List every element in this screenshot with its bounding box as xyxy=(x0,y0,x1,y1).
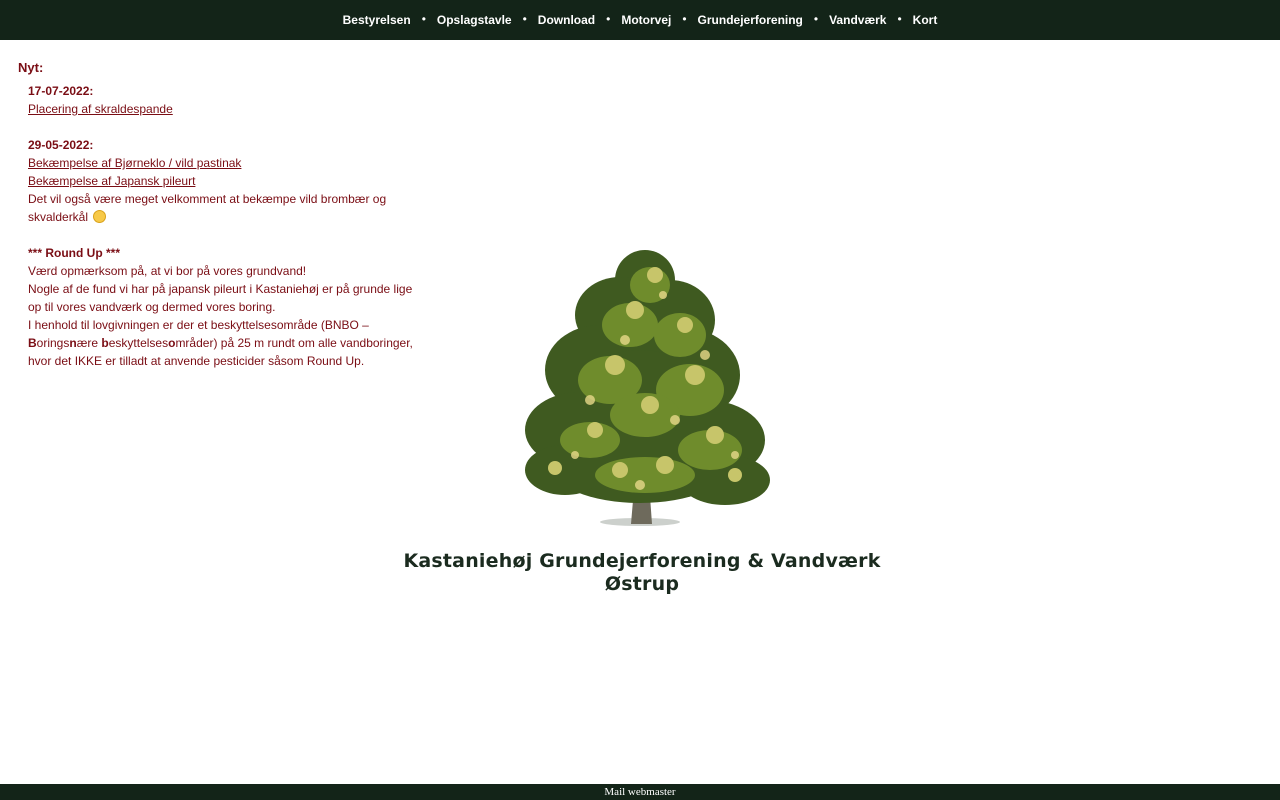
mail-webmaster-link[interactable]: Mail webmaster xyxy=(604,786,675,798)
news-text: hvor det IKKE er tilladt at anvende pest… xyxy=(28,354,365,368)
acronym-letter: b xyxy=(101,336,109,350)
nav-separator: • xyxy=(897,12,902,26)
news-text: Boringsnære beskyttelsesområder) på 25 m… xyxy=(28,334,428,352)
news-section: Nyt: 17-07-2022: Placering af skraldespa… xyxy=(18,60,428,388)
site-title-line: Kastaniehøj Grundejerforening & Vandværk xyxy=(403,550,881,572)
news-text-fragment: eskyttelses xyxy=(108,336,169,350)
tree-icon xyxy=(525,250,770,526)
nav-motorvej[interactable]: Motorvej xyxy=(621,13,671,27)
news-text: Nogle af de fund vi har på japansk pileu… xyxy=(28,282,413,296)
nav-download[interactable]: Download xyxy=(538,13,595,27)
nav-separator: • xyxy=(682,12,687,26)
news-text-fragment: mråder) på 25 m rundt om alle vandboring… xyxy=(175,336,413,350)
news-text-fragment: ære xyxy=(76,336,102,350)
news-entry: 29-05-2022: Bekæmpelse af Bjørneklo / vi… xyxy=(28,136,428,226)
nav-separator: • xyxy=(606,12,611,26)
footer: Mail webmaster xyxy=(0,784,1280,800)
top-navigation: Bestyrelsen • Opslagstavle • Download • … xyxy=(0,0,1280,40)
nav-separator: • xyxy=(813,12,819,26)
acronym-letter: n xyxy=(69,336,77,350)
nav-vandvaerk[interactable]: Vandværk xyxy=(829,13,886,27)
nav-opslagstavle[interactable]: Opslagstavle xyxy=(437,13,512,27)
news-entry: 17-07-2022: Placering af skraldespande xyxy=(28,82,428,118)
chestnut-tree-logo xyxy=(505,240,775,530)
news-text: skvalderkål xyxy=(28,208,428,226)
smiling-face-icon xyxy=(93,210,107,223)
news-text: Værd opmærksom på, at vi bor på vores gr… xyxy=(28,264,307,278)
news-text-fragment: orings xyxy=(36,336,70,350)
news-text: Det vil også være meget velkomment at be… xyxy=(28,192,387,206)
news-text-fragment: skvalderkål xyxy=(28,210,89,224)
site-subtitle: Østrup xyxy=(604,573,680,595)
news-date: 29-05-2022: xyxy=(28,138,94,152)
news-heading: Nyt: xyxy=(18,60,44,75)
news-text: op til vores vandværk og dermed vores bo… xyxy=(28,300,276,314)
news-text: I henhold til lovgivningen er der et bes… xyxy=(28,318,369,332)
nav-bestyrelsen[interactable]: Bestyrelsen xyxy=(343,13,411,27)
link-skraldespande[interactable]: Placering af skraldespande xyxy=(28,100,428,118)
nav-separator: • xyxy=(421,12,426,26)
news-date: 17-07-2022: xyxy=(28,84,94,98)
link-bjorneklo[interactable]: Bekæmpelse af Bjørneklo / vild pastinak xyxy=(28,154,428,172)
site-title: Kastaniehøj Grundejerforening & Vandværk… xyxy=(400,550,884,596)
nav-kort[interactable]: Kort xyxy=(913,13,938,27)
news-entry: *** Round Up *** Værd opmærksom på, at v… xyxy=(28,244,428,370)
nav-separator: • xyxy=(522,12,527,26)
link-japansk-pileurt[interactable]: Bekæmpelse af Japansk pileurt xyxy=(28,172,428,190)
nav-grundejerforening[interactable]: Grundejerforening xyxy=(698,13,803,27)
news-title: *** Round Up *** xyxy=(28,246,121,260)
news-list: 17-07-2022: Placering af skraldespande 2… xyxy=(28,82,428,370)
acronym-letter: B xyxy=(28,336,37,350)
